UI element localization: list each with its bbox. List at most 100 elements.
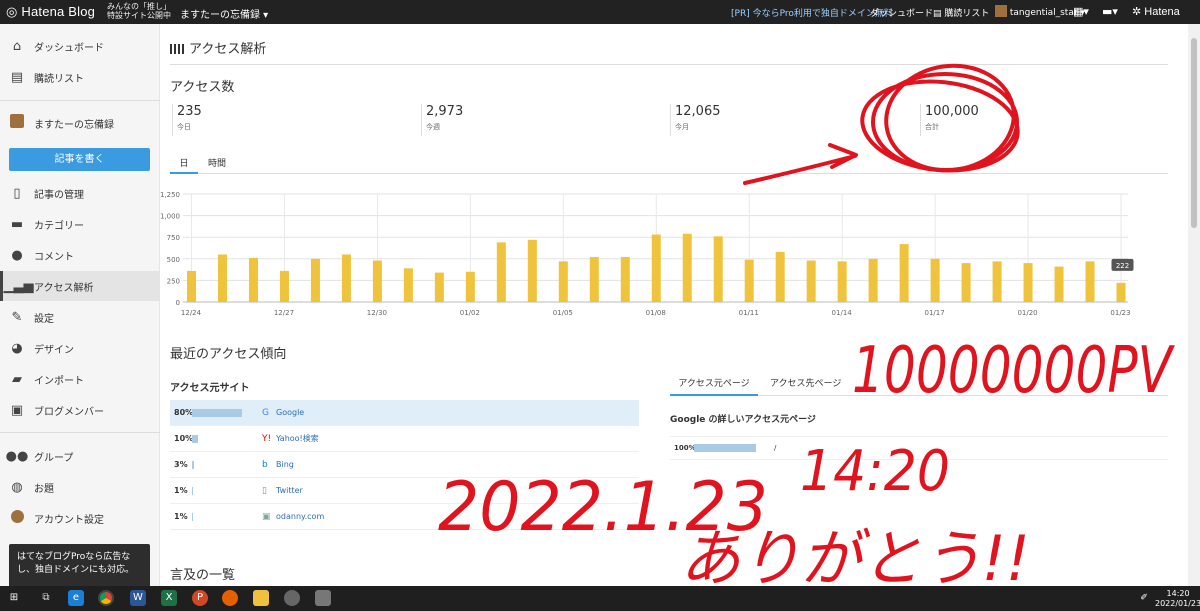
task-view-icon[interactable]: ⧉ [38, 590, 54, 606]
chart-bar[interactable] [930, 258, 940, 302]
chart-bar[interactable] [992, 261, 1002, 302]
chrome-icon[interactable] [98, 590, 114, 606]
chart-bar[interactable] [713, 236, 723, 302]
chart-bar[interactable] [248, 257, 258, 302]
chart-bar[interactable] [837, 261, 847, 302]
sidebar-item-articles[interactable]: ▯ 記事の管理 [0, 178, 160, 208]
edge-icon[interactable]: e [68, 590, 84, 606]
chart-bar[interactable] [589, 257, 599, 302]
pr-link[interactable]: [PR] 今ならPro利用で独自ドメイン無料 [731, 6, 893, 19]
sidebar-item-reader[interactable]: ▤ 購読リスト [0, 62, 160, 92]
tab-day[interactable]: 日 [170, 154, 198, 174]
dashboard-link[interactable]: ダッシュボード [870, 6, 933, 19]
chart-bar[interactable] [1023, 263, 1033, 302]
chart-bar[interactable] [496, 242, 506, 302]
sidebar-item-members[interactable]: ▣ ブログメンバー [0, 395, 160, 425]
chart-bar[interactable] [775, 251, 785, 302]
firefox-icon[interactable] [222, 590, 238, 606]
blog-selector[interactable]: ますたーの忘備録 ▾ [180, 6, 268, 21]
sidebar-item-label: グループ [34, 452, 74, 464]
chart-bar[interactable] [620, 257, 630, 302]
chart-bar[interactable] [187, 270, 196, 302]
sidebar-item-dashboard[interactable]: ⌂ ダッシュボード [0, 31, 160, 61]
app-icon[interactable] [284, 590, 300, 606]
hatena-blog-logo[interactable]: ◎ Hatena Blog [6, 4, 95, 20]
chart-bar[interactable] [899, 244, 909, 302]
chart-bar[interactable] [1116, 282, 1126, 302]
source-row[interactable]: 80% G Google [170, 400, 639, 426]
explorer-icon[interactable] [253, 590, 269, 606]
tab-referrer-pages[interactable]: アクセス元ページ [670, 376, 758, 396]
hatena-link[interactable]: ✲ Hatena [1132, 5, 1180, 18]
chart-bar[interactable] [806, 260, 816, 302]
source-row[interactable]: 3% b Bing [170, 452, 639, 478]
sidebar-item-settings[interactable]: ✎ 設定 [0, 302, 160, 332]
google-row-bar [694, 444, 756, 452]
chart-bar[interactable] [1054, 266, 1064, 302]
sidebar-item-account[interactable]: アカウント設定 [0, 503, 160, 533]
chart-bar[interactable] [310, 258, 320, 302]
chart-bar[interactable] [372, 260, 382, 302]
sidebar-item-import[interactable]: ▰ インポート [0, 364, 160, 394]
scrollbar-thumb[interactable] [1191, 38, 1197, 228]
notification-icon[interactable]: ▬▾ [1102, 5, 1118, 18]
tab-target-pages[interactable]: アクセス先ページ [770, 376, 841, 396]
sidebar-item-label: 設定 [34, 313, 54, 325]
page-title-text: アクセス解析 [189, 42, 267, 57]
chart-bar[interactable] [217, 254, 227, 302]
chart-bar[interactable] [341, 254, 351, 302]
powerpoint-icon[interactable]: P [192, 590, 208, 606]
sidebar-item-group[interactable]: ●● グループ [0, 441, 160, 471]
source-name[interactable]: Google [276, 408, 304, 417]
chart-bar[interactable] [403, 268, 413, 302]
chart-bar[interactable] [868, 258, 878, 302]
clock-time: 14:20 [1166, 589, 1190, 598]
google-referrer-row[interactable]: 100% / [670, 436, 1168, 460]
chart-bar[interactable] [961, 263, 971, 302]
app2-icon[interactable] [315, 590, 331, 606]
sidebar-item-comment[interactable]: ● コメント [0, 240, 160, 270]
source-name[interactable]: odanny.com [276, 512, 324, 521]
word-icon[interactable]: W [130, 590, 146, 606]
chart-bar[interactable] [434, 272, 444, 302]
sidebar-item-label: お題 [34, 483, 54, 495]
windows-start-icon[interactable]: ⊞ [6, 590, 22, 606]
source-name[interactable]: Bing [276, 460, 294, 469]
chart-bar[interactable] [1085, 261, 1095, 302]
scrollbar[interactable] [1188, 24, 1200, 586]
sidebar-item-blog[interactable]: ますたーの忘備録 [0, 108, 160, 138]
tray-pen-icon[interactable]: ✐ [1136, 590, 1152, 606]
chart-bar[interactable] [465, 271, 475, 302]
sidebar-item-design[interactable]: ◕ デザイン [0, 333, 160, 363]
hatena-label: Hatena [1144, 6, 1180, 18]
reader-link[interactable]: ▤ 購読リスト [933, 6, 989, 19]
x-tick-label: 01/14 [832, 309, 853, 317]
sidebar-item-category[interactable]: ▬ カテゴリー [0, 209, 160, 239]
write-article-button[interactable]: 記事を書く [9, 148, 150, 171]
source-row[interactable]: 1% ▯ Twitter [170, 478, 639, 504]
chart-bar[interactable] [279, 270, 289, 302]
source-bar [192, 434, 199, 443]
excel-icon[interactable]: X [161, 590, 177, 606]
source-pct: 10% [174, 434, 194, 443]
chart-bar[interactable] [744, 259, 754, 302]
source-name[interactable]: Yahoo!検索 [276, 433, 319, 444]
promo-banner[interactable]: みんなの「推し」 特設サイト公開中 [107, 2, 171, 20]
taskbar-clock[interactable]: 14:20 2022/01/23 [1155, 589, 1200, 609]
pro-promo[interactable]: はてなブログProなら広告な し、独自ドメインにも対応。 [9, 544, 150, 590]
apps-grid-icon[interactable]: ▦▾ [1073, 5, 1089, 18]
user-menu[interactable]: tangential_star ▾ [995, 5, 1085, 18]
sidebar-item-access[interactable]: ▁▃▅ アクセス解析 [0, 271, 160, 301]
divider [170, 64, 1168, 65]
chart-bar[interactable] [527, 239, 537, 302]
sidebar-item-topic[interactable]: ◍ お題 [0, 472, 160, 502]
chart-bar[interactable] [682, 233, 692, 302]
chart-bar[interactable] [651, 234, 661, 302]
source-name[interactable]: Twitter [276, 486, 303, 495]
sidebar-item-label: ますたーの忘備録 [34, 119, 114, 131]
source-row[interactable]: 1% ▣ odanny.com [170, 504, 639, 530]
source-row[interactable]: 10% Y! Yahoo!検索 [170, 426, 639, 452]
tab-hour[interactable]: 時間 [208, 154, 226, 174]
chart-bar[interactable] [558, 261, 568, 302]
source-bar [192, 486, 193, 495]
